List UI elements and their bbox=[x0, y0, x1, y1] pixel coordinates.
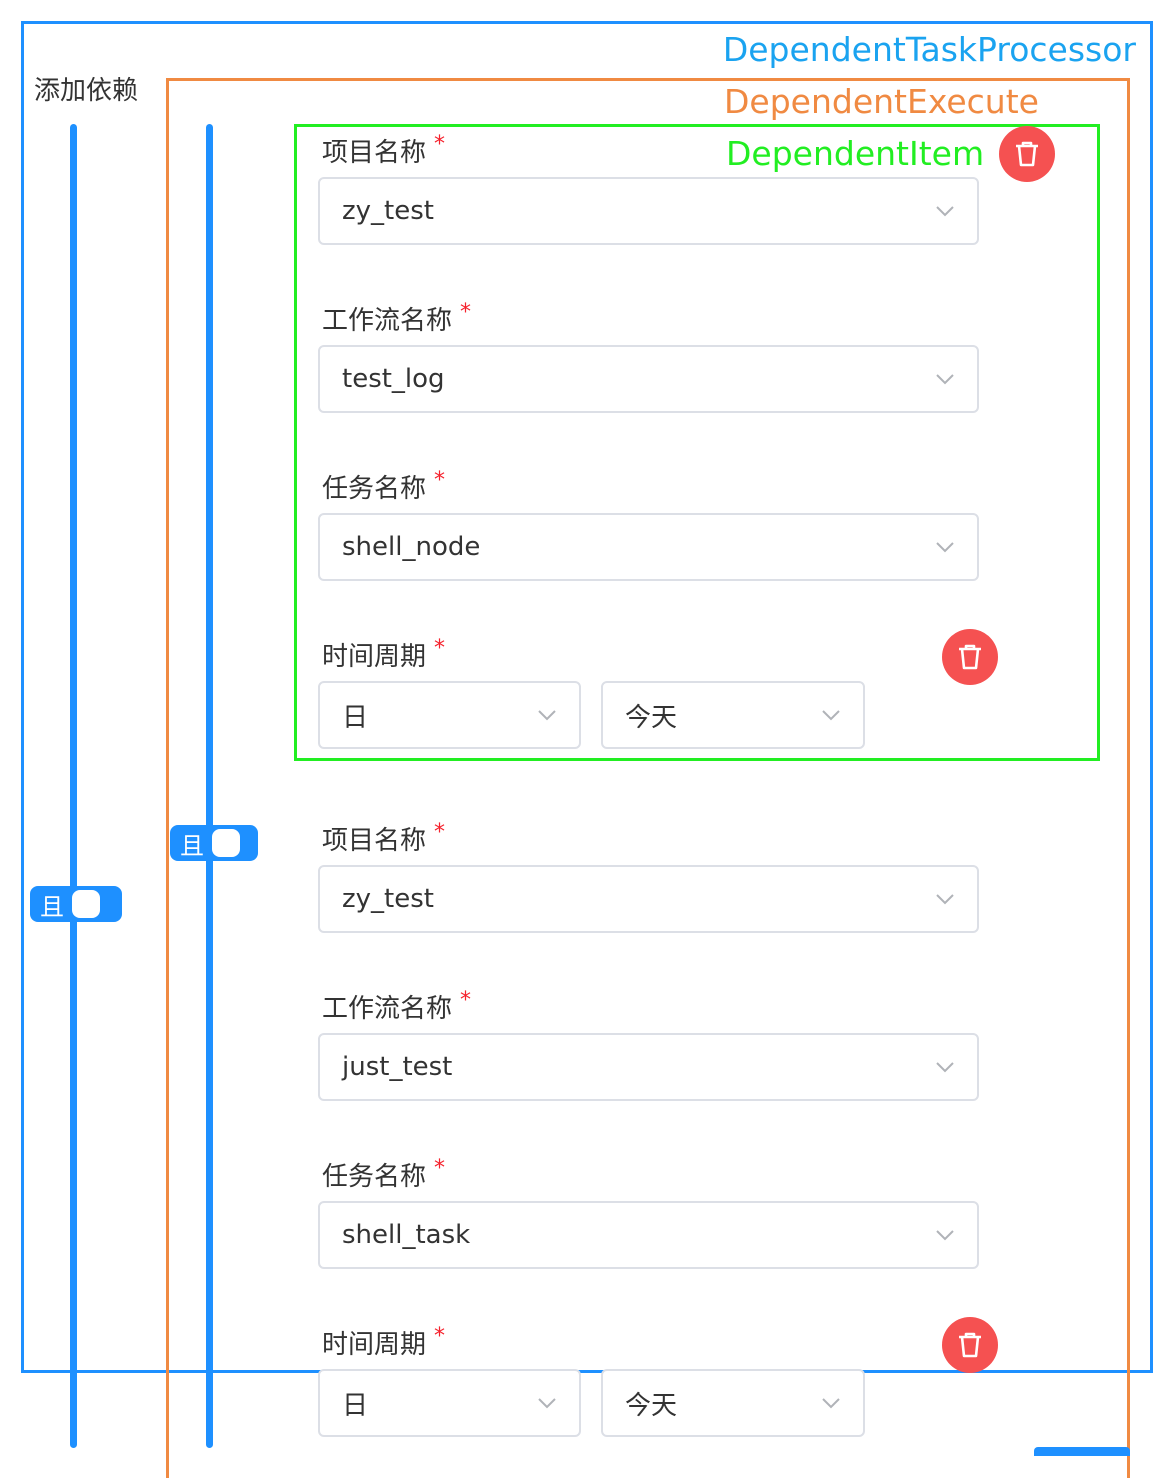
inner-relation-bar bbox=[206, 124, 213, 1448]
project-label-text: 项目名称 bbox=[322, 826, 427, 856]
trash-icon bbox=[959, 644, 981, 670]
relation-switch-label: 且 bbox=[180, 831, 204, 860]
delete-dependent-item-button[interactable] bbox=[999, 126, 1055, 182]
workflow-select-value: test_log bbox=[342, 364, 445, 394]
chevron-down-icon bbox=[936, 1062, 954, 1073]
workflow-select[interactable]: test_log bbox=[318, 345, 979, 413]
required-mark: * bbox=[434, 636, 446, 661]
cycle-label: 时间周期 * bbox=[322, 1324, 445, 1361]
task-label-text: 任务名称 bbox=[322, 474, 427, 504]
add-button-edge[interactable] bbox=[1034, 1447, 1130, 1456]
date-select-value: 今天 bbox=[625, 1390, 678, 1421]
task-select[interactable]: shell_node bbox=[318, 513, 979, 581]
task-label: 任务名称 * bbox=[322, 468, 445, 505]
cycle-label-text: 时间周期 bbox=[322, 1330, 427, 1360]
chevron-down-icon bbox=[822, 1398, 840, 1409]
required-mark: * bbox=[460, 988, 472, 1013]
switch-knob bbox=[72, 890, 100, 918]
chevron-down-icon bbox=[538, 710, 556, 721]
dependent-execute-label: DependentExecute bbox=[724, 82, 1039, 121]
chevron-down-icon bbox=[822, 710, 840, 721]
required-mark: * bbox=[434, 132, 446, 157]
project-label-text: 项目名称 bbox=[322, 138, 427, 168]
cycle-label-text: 时间周期 bbox=[322, 642, 427, 672]
outer-relation-bar bbox=[70, 124, 77, 1448]
task-select-value: shell_task bbox=[342, 1220, 471, 1250]
cycle-select-value: 日 bbox=[342, 702, 369, 733]
cycle-label: 时间周期 * bbox=[322, 636, 445, 673]
delete-dependent-item-button[interactable] bbox=[942, 629, 998, 685]
date-value-select[interactable]: 今天 bbox=[601, 681, 865, 749]
relation-switch-label: 且 bbox=[40, 892, 64, 921]
chevron-down-icon bbox=[936, 542, 954, 553]
chevron-down-icon bbox=[936, 894, 954, 905]
chevron-down-icon bbox=[538, 1398, 556, 1409]
add-dependency-label[interactable]: 添加依赖 bbox=[34, 70, 138, 107]
workflow-label: 工作流名称 * bbox=[322, 300, 471, 337]
required-mark: * bbox=[434, 820, 446, 845]
cycle-select[interactable]: 日 bbox=[318, 1369, 581, 1437]
project-label: 项目名称 * bbox=[322, 132, 445, 169]
task-select-value: shell_node bbox=[342, 532, 481, 562]
switch-knob bbox=[212, 829, 240, 857]
project-select-value: zy_test bbox=[342, 196, 434, 226]
dependent-task-processor-label: DependentTaskProcessor bbox=[722, 30, 1136, 69]
project-select[interactable]: zy_test bbox=[318, 865, 979, 933]
workflow-select-value: just_test bbox=[342, 1052, 453, 1082]
task-select[interactable]: shell_task bbox=[318, 1201, 979, 1269]
required-mark: * bbox=[434, 1156, 446, 1181]
chevron-down-icon bbox=[936, 1230, 954, 1241]
task-label: 任务名称 * bbox=[322, 1156, 445, 1193]
trash-icon bbox=[959, 1332, 981, 1358]
required-mark: * bbox=[460, 300, 472, 325]
inner-relation-switch[interactable]: 且 bbox=[170, 825, 258, 861]
workflow-label-text: 工作流名称 bbox=[322, 994, 453, 1024]
project-label: 项目名称 * bbox=[322, 820, 445, 857]
required-mark: * bbox=[434, 1324, 446, 1349]
cycle-select[interactable]: 日 bbox=[318, 681, 581, 749]
chevron-down-icon bbox=[936, 206, 954, 217]
delete-dependent-item-button[interactable] bbox=[942, 1317, 998, 1373]
date-select-value: 今天 bbox=[625, 702, 678, 733]
chevron-down-icon bbox=[936, 374, 954, 385]
trash-icon bbox=[1016, 141, 1038, 167]
project-select[interactable]: zy_test bbox=[318, 177, 979, 245]
outer-relation-switch[interactable]: 且 bbox=[30, 886, 122, 922]
task-label-text: 任务名称 bbox=[322, 1162, 427, 1192]
required-mark: * bbox=[434, 468, 446, 493]
cycle-select-value: 日 bbox=[342, 1390, 369, 1421]
date-value-select[interactable]: 今天 bbox=[601, 1369, 865, 1437]
workflow-label-text: 工作流名称 bbox=[322, 306, 453, 336]
workflow-select[interactable]: just_test bbox=[318, 1033, 979, 1101]
dependent-item-label: DependentItem bbox=[726, 134, 985, 173]
workflow-label: 工作流名称 * bbox=[322, 988, 471, 1025]
project-select-value: zy_test bbox=[342, 884, 434, 914]
